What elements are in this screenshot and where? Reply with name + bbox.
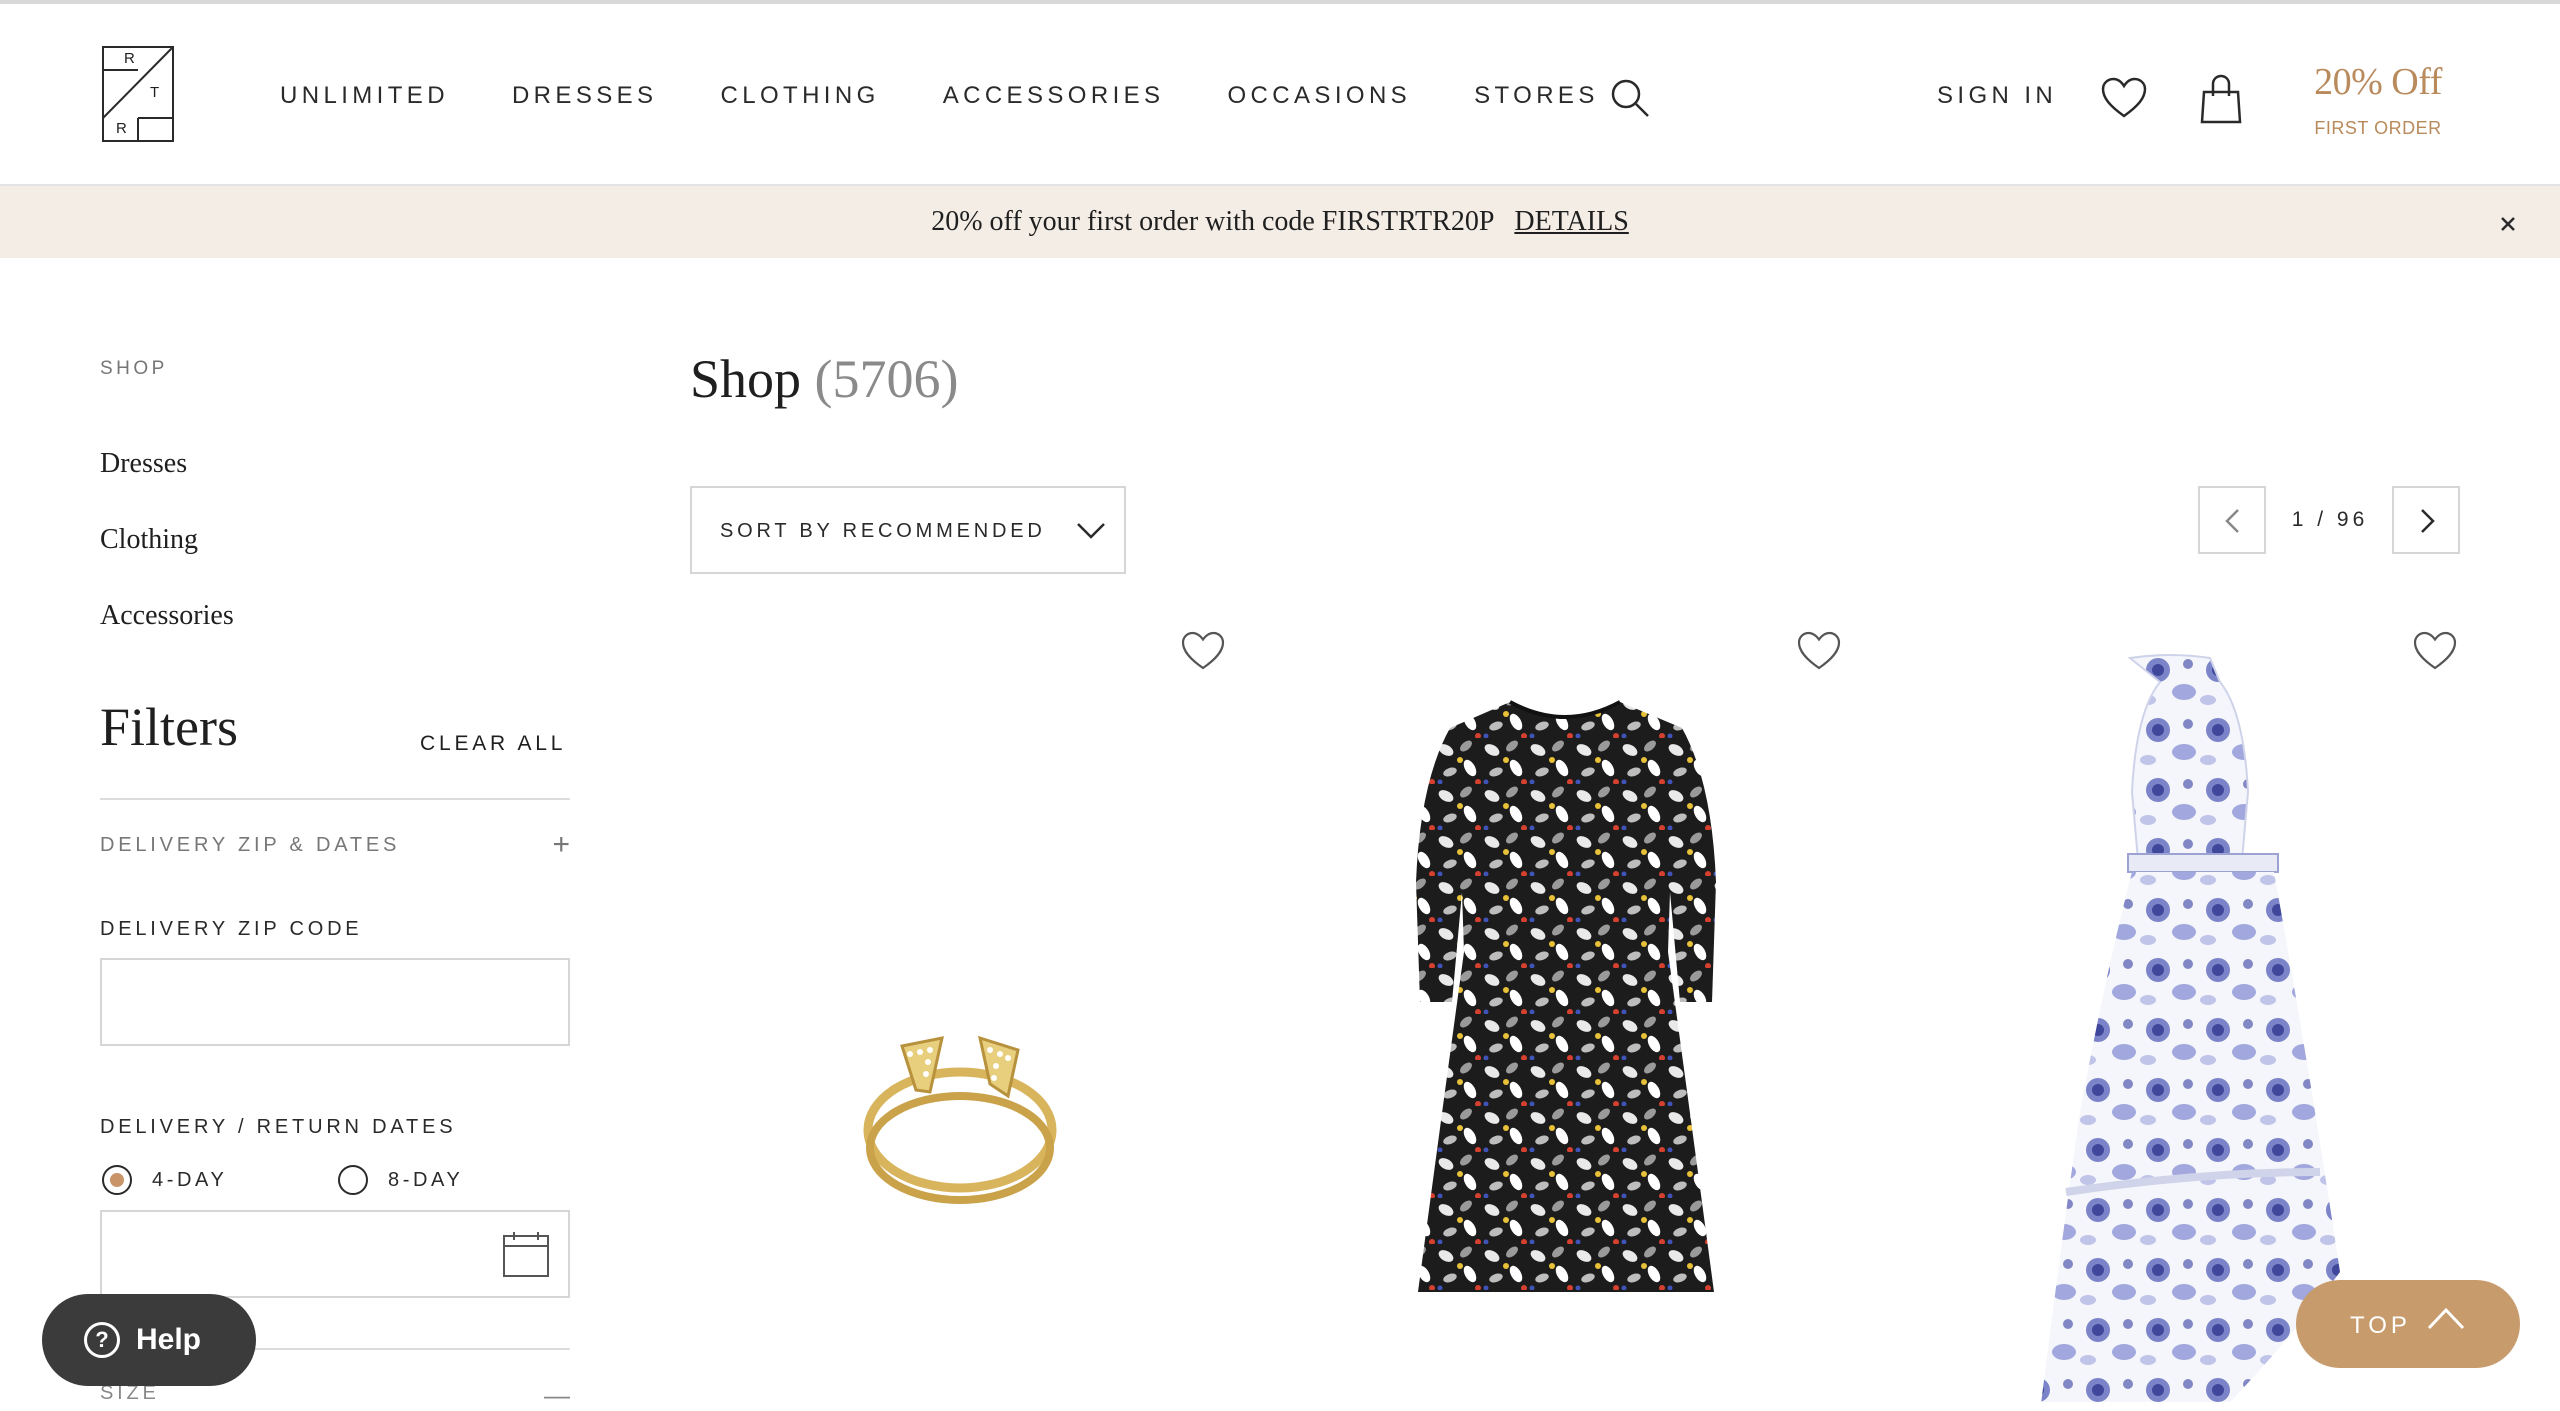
favorite-heart-icon[interactable]	[1180, 630, 1226, 672]
zip-code-input[interactable]	[100, 958, 570, 1046]
filters-divider	[100, 798, 570, 800]
chevron-left-icon	[2225, 509, 2239, 533]
nav-stores[interactable]: STORES	[1474, 82, 1599, 110]
rtr-logo[interactable]: R T R	[102, 46, 174, 142]
banner-details-link[interactable]: DETAILS	[1514, 206, 1628, 237]
sidebar-item-dresses[interactable]: Dresses	[100, 448, 187, 480]
nav-dresses[interactable]: DRESSES	[512, 82, 658, 110]
product-black-floral-dress-image[interactable]	[1390, 692, 1740, 1300]
nav-occasions[interactable]: OCCASIONS	[1227, 82, 1411, 110]
filters-title: Filters	[100, 697, 239, 757]
close-icon[interactable]	[2496, 212, 2520, 236]
page-title-text: Shop	[690, 349, 802, 409]
next-page-button[interactable]	[2392, 486, 2460, 554]
promo-title: 20% Off	[2314, 61, 2442, 103]
promo-subtitle: FIRST ORDER	[2314, 118, 2442, 138]
delivery-return-dates-label: DELIVERY / RETURN DATES	[100, 1116, 457, 1138]
favorite-heart-icon[interactable]	[1796, 630, 1842, 672]
help-button-label: Help	[136, 1323, 202, 1356]
logo-letter-t: T	[150, 84, 160, 101]
product-count: (5706)	[814, 349, 959, 409]
main-nav: UNLIMITED DRESSES CLOTHING ACCESSORIES O…	[280, 82, 1662, 110]
chevron-right-icon	[2421, 509, 2435, 533]
banner-message: 20% off your first order with code FIRST…	[0, 206, 2560, 238]
radio-4-day[interactable]: 4-DAY	[102, 1162, 227, 1198]
radio-4-day-circle	[102, 1165, 132, 1195]
nav-clothing[interactable]: CLOTHING	[720, 82, 879, 110]
date-picker-field[interactable]	[100, 1210, 570, 1298]
plus-icon: +	[552, 828, 570, 861]
page-title: Shop (5706)	[690, 348, 959, 410]
radio-4-day-label: 4-DAY	[152, 1168, 228, 1191]
help-button[interactable]: ? Help	[42, 1294, 256, 1386]
product-blue-floral-dress-image[interactable]	[2020, 652, 2360, 1411]
promo-banner: 20% off your first order with code FIRST…	[0, 186, 2560, 258]
sign-in-link[interactable]: SIGN IN	[1937, 82, 2057, 110]
shopping-bag-icon[interactable]	[2198, 74, 2244, 126]
product-ring-image[interactable]	[850, 1020, 1070, 1220]
page-indicator: 1 / 96	[2291, 508, 2369, 531]
sort-dropdown[interactable]: SORT BY RECOMMENDED	[690, 486, 1126, 574]
site-header: R T R UNLIMITED DRESSES CLOTHING ACCESSO…	[0, 4, 2560, 186]
banner-text: 20% off your first order with code FIRST…	[931, 206, 1495, 237]
previous-page-button[interactable]	[2198, 486, 2266, 554]
delivery-zip-dates-label: DELIVERY ZIP & DATES	[100, 834, 401, 856]
radio-8-day-circle	[338, 1165, 368, 1195]
wishlist-heart-icon[interactable]	[2100, 76, 2148, 120]
shop-section-label: SHOP	[100, 358, 168, 379]
sidebar-item-accessories[interactable]: Accessories	[100, 600, 234, 632]
minus-icon: —	[544, 1380, 570, 1410]
back-to-top-button[interactable]: TOP	[2296, 1280, 2520, 1368]
radio-8-day[interactable]: 8-DAY	[338, 1162, 463, 1198]
zip-code-label: DELIVERY ZIP CODE	[100, 918, 363, 940]
calendar-icon[interactable]	[502, 1232, 550, 1278]
nav-unlimited[interactable]: UNLIMITED	[280, 82, 449, 110]
chevron-down-icon	[1077, 523, 1105, 539]
sidebar-item-clothing[interactable]: Clothing	[100, 524, 198, 556]
question-icon: ?	[84, 1322, 120, 1358]
logo-letter-r1: R	[124, 50, 135, 67]
top-button-label: TOP	[2350, 1312, 2411, 1339]
nav-accessories[interactable]: ACCESSORIES	[943, 82, 1165, 110]
chevron-up-icon	[2427, 1307, 2465, 1330]
favorite-heart-icon[interactable]	[2412, 630, 2458, 672]
delivery-zip-dates-toggle[interactable]: DELIVERY ZIP & DATES +	[100, 828, 570, 862]
first-order-promo[interactable]: 20% Off FIRST ORDER	[2290, 60, 2466, 139]
clear-all-button[interactable]: CLEAR ALL	[420, 732, 566, 756]
search-icon[interactable]	[1608, 76, 1652, 120]
sort-label: SORT BY RECOMMENDED	[720, 520, 1046, 542]
logo-letter-r2: R	[116, 120, 127, 137]
radio-8-day-label: 8-DAY	[388, 1168, 464, 1191]
